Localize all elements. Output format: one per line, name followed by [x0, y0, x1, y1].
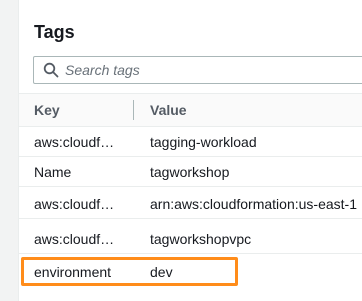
- tag-value: tagging-workload: [150, 134, 257, 150]
- search-box[interactable]: [33, 56, 362, 84]
- tag-key: aws:cloudf…: [34, 196, 115, 212]
- tag-value: tagworkshop: [150, 164, 230, 180]
- panel-title: Tags: [34, 22, 75, 42]
- table-row: aws:cloudf… arn:aws:cloudformation:us-ea…: [19, 189, 362, 219]
- tag-key: Name: [34, 164, 72, 180]
- table-row: aws:cloudf… tagging-workload: [19, 127, 362, 157]
- tag-key: aws:cloudf…: [34, 231, 115, 247]
- table-row: aws:cloudf… tagworkshopvpc: [19, 224, 362, 254]
- tags-panel: Tags Key Value aws:cloudf… tagging-workl…: [18, 0, 362, 301]
- search-icon: [43, 62, 59, 78]
- column-header-value[interactable]: Value: [150, 102, 187, 118]
- tag-value: arn:aws:cloudformation:us-east-1: [150, 196, 357, 212]
- highlight-box: [21, 257, 238, 286]
- table-header: Key Value: [19, 94, 362, 127]
- tag-key: aws:cloudf…: [34, 134, 115, 150]
- page-background: Tags Key Value aws:cloudf… tagging-workl…: [0, 0, 362, 301]
- tag-value: tagworkshopvpc: [150, 231, 252, 247]
- table-row: Name tagworkshop: [19, 157, 362, 187]
- column-header-key[interactable]: Key: [34, 102, 60, 118]
- search-input[interactable]: [65, 57, 362, 83]
- column-resizer[interactable]: [133, 100, 134, 120]
